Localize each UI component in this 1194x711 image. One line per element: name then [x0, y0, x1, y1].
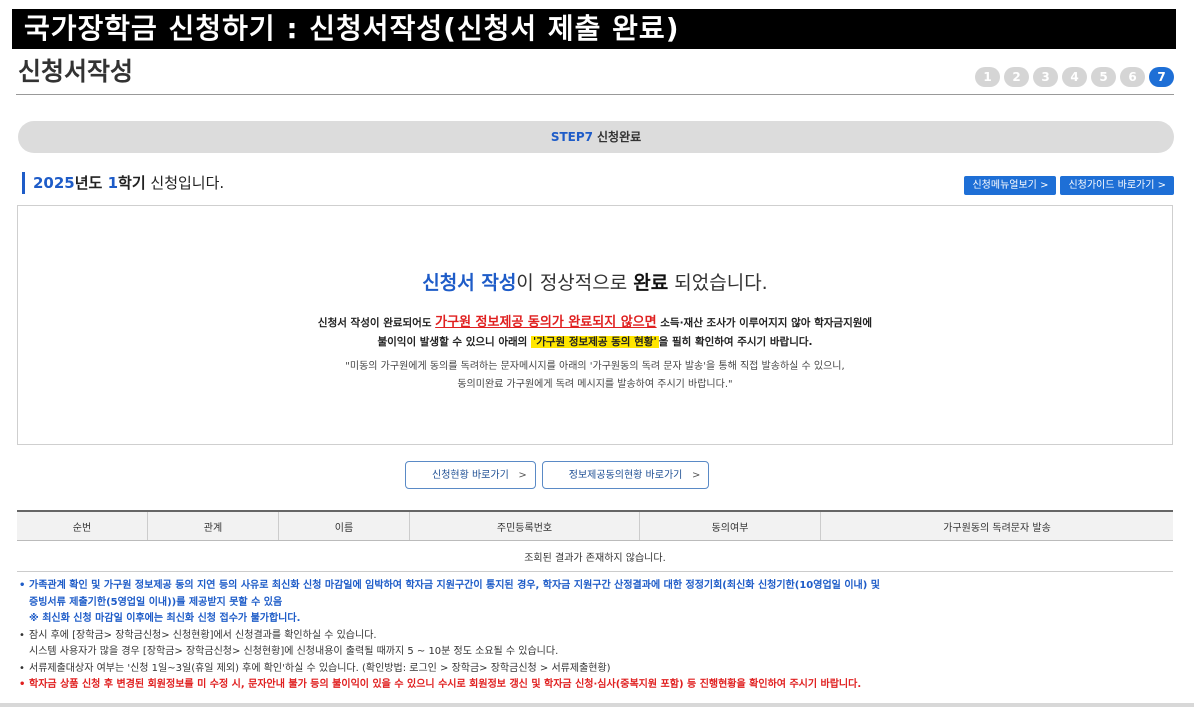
line1-b: 소득·재산 조사가 이루어지지 않아 학자금지원에	[656, 317, 873, 329]
application-status-label: 신청현황 바로가기	[432, 470, 509, 481]
manual-button[interactable]: 신청메뉴얼보기 >	[964, 176, 1057, 195]
consent-status-button[interactable]: 정보제공동의현황 바로가기 >	[541, 461, 710, 489]
page-title: 신청서작성	[18, 57, 134, 86]
notice-list: • 가족관계 확인 및 가구원 정보제공 동의 지연 등의 사유로 최신화 신청…	[19, 578, 1179, 694]
table-header-row: 순번 관계 이름 주민등록번호 동의여부 가구원동의 독려문자 발송	[17, 510, 1173, 541]
guide-buttons: 신청메뉴얼보기 > 신청가이드 바로가기 >	[964, 176, 1174, 195]
shortcut-buttons: 신청현황 바로가기 > 정보제공동의현황 바로가기 >	[405, 461, 710, 489]
bullet-icon: •	[19, 629, 25, 641]
title-part4: 되었습니다.	[668, 272, 768, 294]
warning-line-1: 신청서 작성이 완료되어도 가구원 정보제공 동의가 완료되지 않으면 소득·재…	[18, 313, 1172, 333]
guide-button[interactable]: 신청가이드 바로가기 >	[1060, 176, 1174, 195]
column-header: 주민등록번호	[409, 510, 640, 541]
line2-b: 을 필히 확인하여 주시기 바랍니다.	[658, 336, 813, 348]
application-status-button[interactable]: 신청현황 바로가기 >	[405, 461, 536, 489]
column-header: 관계	[147, 510, 279, 541]
bullet-icon: •	[19, 662, 25, 674]
household-consent-table: 순번 관계 이름 주민등록번호 동의여부 가구원동의 독려문자 발송 조회된 결…	[17, 510, 1173, 572]
application-term-title: 2025년도 1학기 신청입니다.	[22, 172, 224, 194]
divider	[16, 94, 1174, 95]
year-value: 2025	[33, 174, 75, 192]
column-header: 가구원동의 독려문자 발송	[820, 510, 1173, 541]
warning-line-2: 불이익이 발생할 수 있으니 아래의 '가구원 정보제공 동의 현황' 을 필히 …	[18, 333, 1172, 352]
line2-a: 불이익이 발생할 수 있으니 아래의	[377, 336, 531, 348]
step-label: 신청완료	[597, 130, 642, 144]
notice-text: 서류제출대상자 여부는 '신청 1일~3일(휴일 제외) 후에 확인'하실 수 …	[29, 662, 611, 674]
notice-item: • 서류제출대상자 여부는 '신청 1일~3일(휴일 제외) 후에 확인'하실 …	[19, 661, 1179, 678]
notice-text: 학자금 상품 신청 후 변경된 회원정보를 미 수정 시, 문자안내 불가 등의…	[29, 679, 862, 690]
notice-text: ※ 최신화 신청 마감일 이후에는 최신화 신청 접수가 불가합니다.	[29, 613, 301, 624]
consent-status-label: 정보제공동의현황 바로가기	[568, 470, 683, 481]
notice-item: • 학자금 상품 신청 후 변경된 회원정보를 미 수정 시, 문자안내 불가 …	[19, 677, 1179, 694]
bottom-divider	[0, 703, 1194, 707]
line1-a: 신청서 작성이 완료되어도	[317, 317, 436, 329]
step-number: STEP7	[550, 130, 593, 144]
page-banner-title: 국가장학금 신청하기 : 신청서작성(신청서 제출 완료)	[12, 9, 1176, 49]
term-suffix: 학기	[118, 174, 146, 192]
step-circle-3: 3	[1033, 67, 1058, 87]
sub-message-1: "미동의 가구원에게 동의를 독려하는 문자메시지를 아래의 '가구원동의 독려…	[345, 361, 845, 372]
step-circle-1: 1	[975, 67, 1000, 87]
notice-item: • 잠시 후에 [장학금> 장학금신청> 신청현황]에서 신청결과를 확인하실 …	[19, 628, 1179, 661]
title-part3: 완료	[633, 272, 669, 294]
title-part1: 신청서 작성	[422, 272, 517, 294]
chevron-right-icon: >	[691, 470, 701, 481]
step-circle-6: 6	[1120, 67, 1145, 87]
term-value: 1	[107, 174, 119, 192]
title-part2: 이 정상적으로	[516, 272, 634, 294]
column-header: 이름	[278, 510, 410, 541]
step-circle-2: 2	[1004, 67, 1029, 87]
notice-text: 잠시 후에 [장학금> 장학금신청> 신청현황]에서 신청결과를 확인하실 수 …	[29, 629, 377, 641]
step-bar: STEP7 신청완료	[18, 121, 1174, 153]
step-circle-7-active: 7	[1149, 67, 1174, 87]
step-circle-4: 4	[1062, 67, 1087, 87]
table-row: 조회된 결과가 존재하지 않습니다.	[17, 540, 1173, 572]
column-header: 순번	[17, 510, 148, 541]
bullet-icon: •	[19, 679, 26, 690]
empty-result-message: 조회된 결과가 존재하지 않습니다.	[17, 540, 1173, 572]
bullet-icon: •	[19, 580, 26, 591]
year-suffix: 년도	[74, 174, 108, 192]
notice-text: 시스템 사용자가 많을 경우 [장학금> 장학금신청> 신청현황]에 신청내용이…	[29, 646, 559, 657]
notice-text: 가족관계 확인 및 가구원 정보제공 동의 지연 등의 사유로 최신화 신청 마…	[29, 580, 880, 591]
term-rest: 신청입니다.	[145, 174, 225, 192]
line1-red: 가구원 정보제공 동의가 완료되지 않으면	[435, 315, 657, 330]
completion-message-box: 신청서 작성이 정상적으로 완료 되었습니다. 신청서 작성이 완료되어도 가구…	[17, 205, 1173, 445]
notice-text: 증빙서류 제출기한(5영업일 이내))를 제공받지 못할 수 있음	[29, 596, 283, 608]
sub-message-2: 동의미완료 가구원에게 독려 메시지를 발송하여 주시기 바랍니다."	[457, 379, 733, 390]
completion-title: 신청서 작성이 정상적으로 완료 되었습니다.	[18, 268, 1172, 295]
step-indicator: 1 2 3 4 5 6 7	[975, 67, 1174, 87]
notice-item: • 가족관계 확인 및 가구원 정보제공 동의 지연 등의 사유로 최신화 신청…	[19, 578, 1179, 628]
chevron-right-icon: >	[518, 470, 527, 481]
column-header: 동의여부	[639, 510, 821, 541]
line2-highlight: '가구원 정보제공 동의 현황'	[531, 336, 659, 348]
step-circle-5: 5	[1091, 67, 1116, 87]
